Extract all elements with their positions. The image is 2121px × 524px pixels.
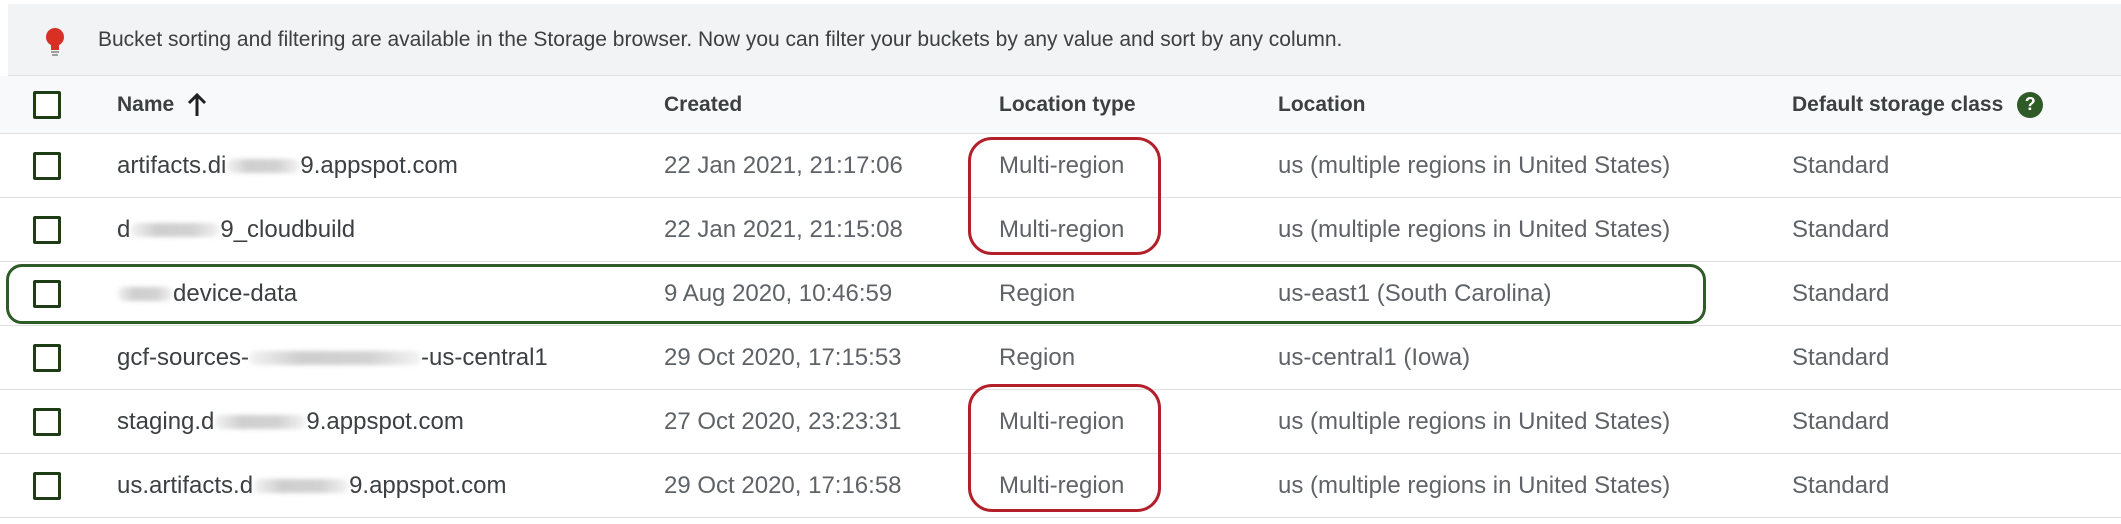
table-row[interactable]: d 9_cloudbuild 22 Jan 2021, 21:15:08 Mult… bbox=[0, 198, 2121, 262]
column-header-location-type[interactable]: Location type bbox=[999, 76, 1136, 133]
row-select-cell bbox=[0, 390, 100, 453]
location: us-east1 (South Carolina) bbox=[1278, 279, 1552, 307]
row-checkbox[interactable] bbox=[33, 151, 61, 180]
storage-class: Standard bbox=[1792, 471, 1890, 499]
column-header-location[interactable]: Location bbox=[1278, 76, 1366, 133]
created-date: 9 Aug 2020, 10:46:59 bbox=[664, 279, 893, 307]
bucket-name-suffix: 9_cloudbuild bbox=[220, 215, 356, 243]
row-checkbox[interactable] bbox=[33, 471, 61, 500]
bucket-name-link[interactable]: gcf-sources- -us-central1 bbox=[117, 326, 548, 389]
created-date: 22 Jan 2021, 21:15:08 bbox=[664, 215, 903, 243]
bucket-name-suffix: 9.appspot.com bbox=[349, 471, 507, 499]
location: us (multiple regions in United States) bbox=[1278, 471, 1671, 499]
column-header-location-label: Location bbox=[1278, 92, 1366, 116]
location-type: Region bbox=[999, 343, 1076, 371]
table-row[interactable]: gcf-sources- -us-central1 29 Oct 2020, 17… bbox=[0, 326, 2121, 390]
banner-text: Bucket sorting and filtering are availab… bbox=[98, 28, 1343, 51]
row-checkbox[interactable] bbox=[33, 215, 61, 244]
location-type: Multi-region bbox=[999, 151, 1125, 179]
storage-class: Standard bbox=[1792, 407, 1890, 435]
select-all-checkbox[interactable] bbox=[33, 90, 61, 119]
bucket-name-suffix: 9.appspot.com bbox=[300, 151, 458, 179]
created-date: 27 Oct 2020, 23:23:31 bbox=[664, 407, 902, 435]
table-row[interactable]: device-data 9 Aug 2020, 10:46:59 Region … bbox=[0, 262, 2121, 326]
row-checkbox[interactable] bbox=[33, 407, 61, 436]
bucket-name-prefix: d bbox=[117, 215, 131, 243]
column-header-name[interactable]: Name bbox=[117, 76, 208, 133]
location-type: Multi-region bbox=[999, 471, 1125, 499]
bucket-name-link[interactable]: artifacts.di 9.appspot.com bbox=[117, 134, 458, 197]
bucket-name-prefix: artifacts.di bbox=[117, 151, 227, 179]
bucket-name-prefix: gcf-sources- bbox=[117, 343, 250, 371]
created-date: 29 Oct 2020, 17:15:53 bbox=[664, 343, 902, 371]
location: us (multiple regions in United States) bbox=[1278, 151, 1671, 179]
location-type: Multi-region bbox=[999, 407, 1125, 435]
row-select-cell bbox=[0, 198, 100, 261]
bucket-name-suffix: -us-central1 bbox=[421, 343, 548, 371]
column-header-created-label: Created bbox=[664, 92, 743, 116]
bucket-name-suffix: 9.appspot.com bbox=[306, 407, 464, 435]
location: us (multiple regions in United States) bbox=[1278, 407, 1671, 435]
bucket-name-link[interactable]: d 9_cloudbuild bbox=[117, 198, 355, 261]
row-checkbox[interactable] bbox=[33, 343, 61, 372]
column-header-created[interactable]: Created bbox=[664, 76, 742, 133]
redacted-blur bbox=[130, 222, 221, 237]
table-header: Name Created Location type Location Defa… bbox=[0, 76, 2121, 134]
select-all-cell bbox=[0, 76, 100, 133]
bucket-name-prefix: us.artifacts.d bbox=[117, 471, 254, 499]
lightbulb-icon bbox=[46, 28, 64, 56]
column-header-name-label: Name bbox=[117, 92, 175, 116]
row-select-cell bbox=[0, 326, 100, 389]
row-select-cell bbox=[0, 454, 100, 517]
bucket-name-link[interactable]: us.artifacts.d 9.appspot.com bbox=[117, 454, 507, 517]
bucket-name-link[interactable]: staging.d 9.appspot.com bbox=[117, 390, 464, 453]
table-row[interactable]: staging.d 9.appspot.com 27 Oct 2020, 23:2… bbox=[0, 390, 2121, 454]
info-banner: Bucket sorting and filtering are availab… bbox=[8, 4, 2121, 76]
created-date: 29 Oct 2020, 17:16:58 bbox=[664, 471, 902, 499]
location-type: Region bbox=[999, 279, 1076, 307]
column-header-default-storage-class-label: Default storage class bbox=[1792, 92, 2004, 116]
bucket-name-prefix: staging.d bbox=[117, 407, 215, 435]
created-date: 22 Jan 2021, 21:17:06 bbox=[664, 151, 903, 179]
location: us-central1 (Iowa) bbox=[1278, 343, 1471, 371]
table-row[interactable]: us.artifacts.d 9.appspot.com 29 Oct 2020,… bbox=[0, 454, 2121, 518]
storage-class: Standard bbox=[1792, 151, 1890, 179]
location-type: Multi-region bbox=[999, 215, 1125, 243]
location: us (multiple regions in United States) bbox=[1278, 215, 1671, 243]
redacted-blur bbox=[214, 414, 307, 429]
redacted-blur bbox=[226, 158, 301, 173]
column-header-default-storage-class[interactable]: Default storage class ? bbox=[1792, 76, 2044, 133]
storage-class: Standard bbox=[1792, 343, 1890, 371]
row-select-cell bbox=[0, 134, 100, 197]
table-row[interactable]: artifacts.di 9.appspot.com 22 Jan 2021, 2… bbox=[0, 134, 2121, 198]
help-icon[interactable]: ? bbox=[2017, 91, 2044, 118]
row-select-cell bbox=[0, 262, 100, 325]
storage-class: Standard bbox=[1792, 279, 1890, 307]
redacted-blur bbox=[249, 350, 422, 365]
arrow-up-icon[interactable] bbox=[186, 92, 208, 118]
column-header-location-type-label: Location type bbox=[999, 92, 1136, 116]
bucket-name-link[interactable]: device-data bbox=[117, 262, 297, 325]
redacted-blur bbox=[253, 478, 350, 493]
redacted-blur bbox=[117, 286, 173, 301]
bucket-name-suffix: device-data bbox=[173, 279, 298, 307]
row-checkbox[interactable] bbox=[33, 279, 61, 308]
storage-class: Standard bbox=[1792, 215, 1890, 243]
